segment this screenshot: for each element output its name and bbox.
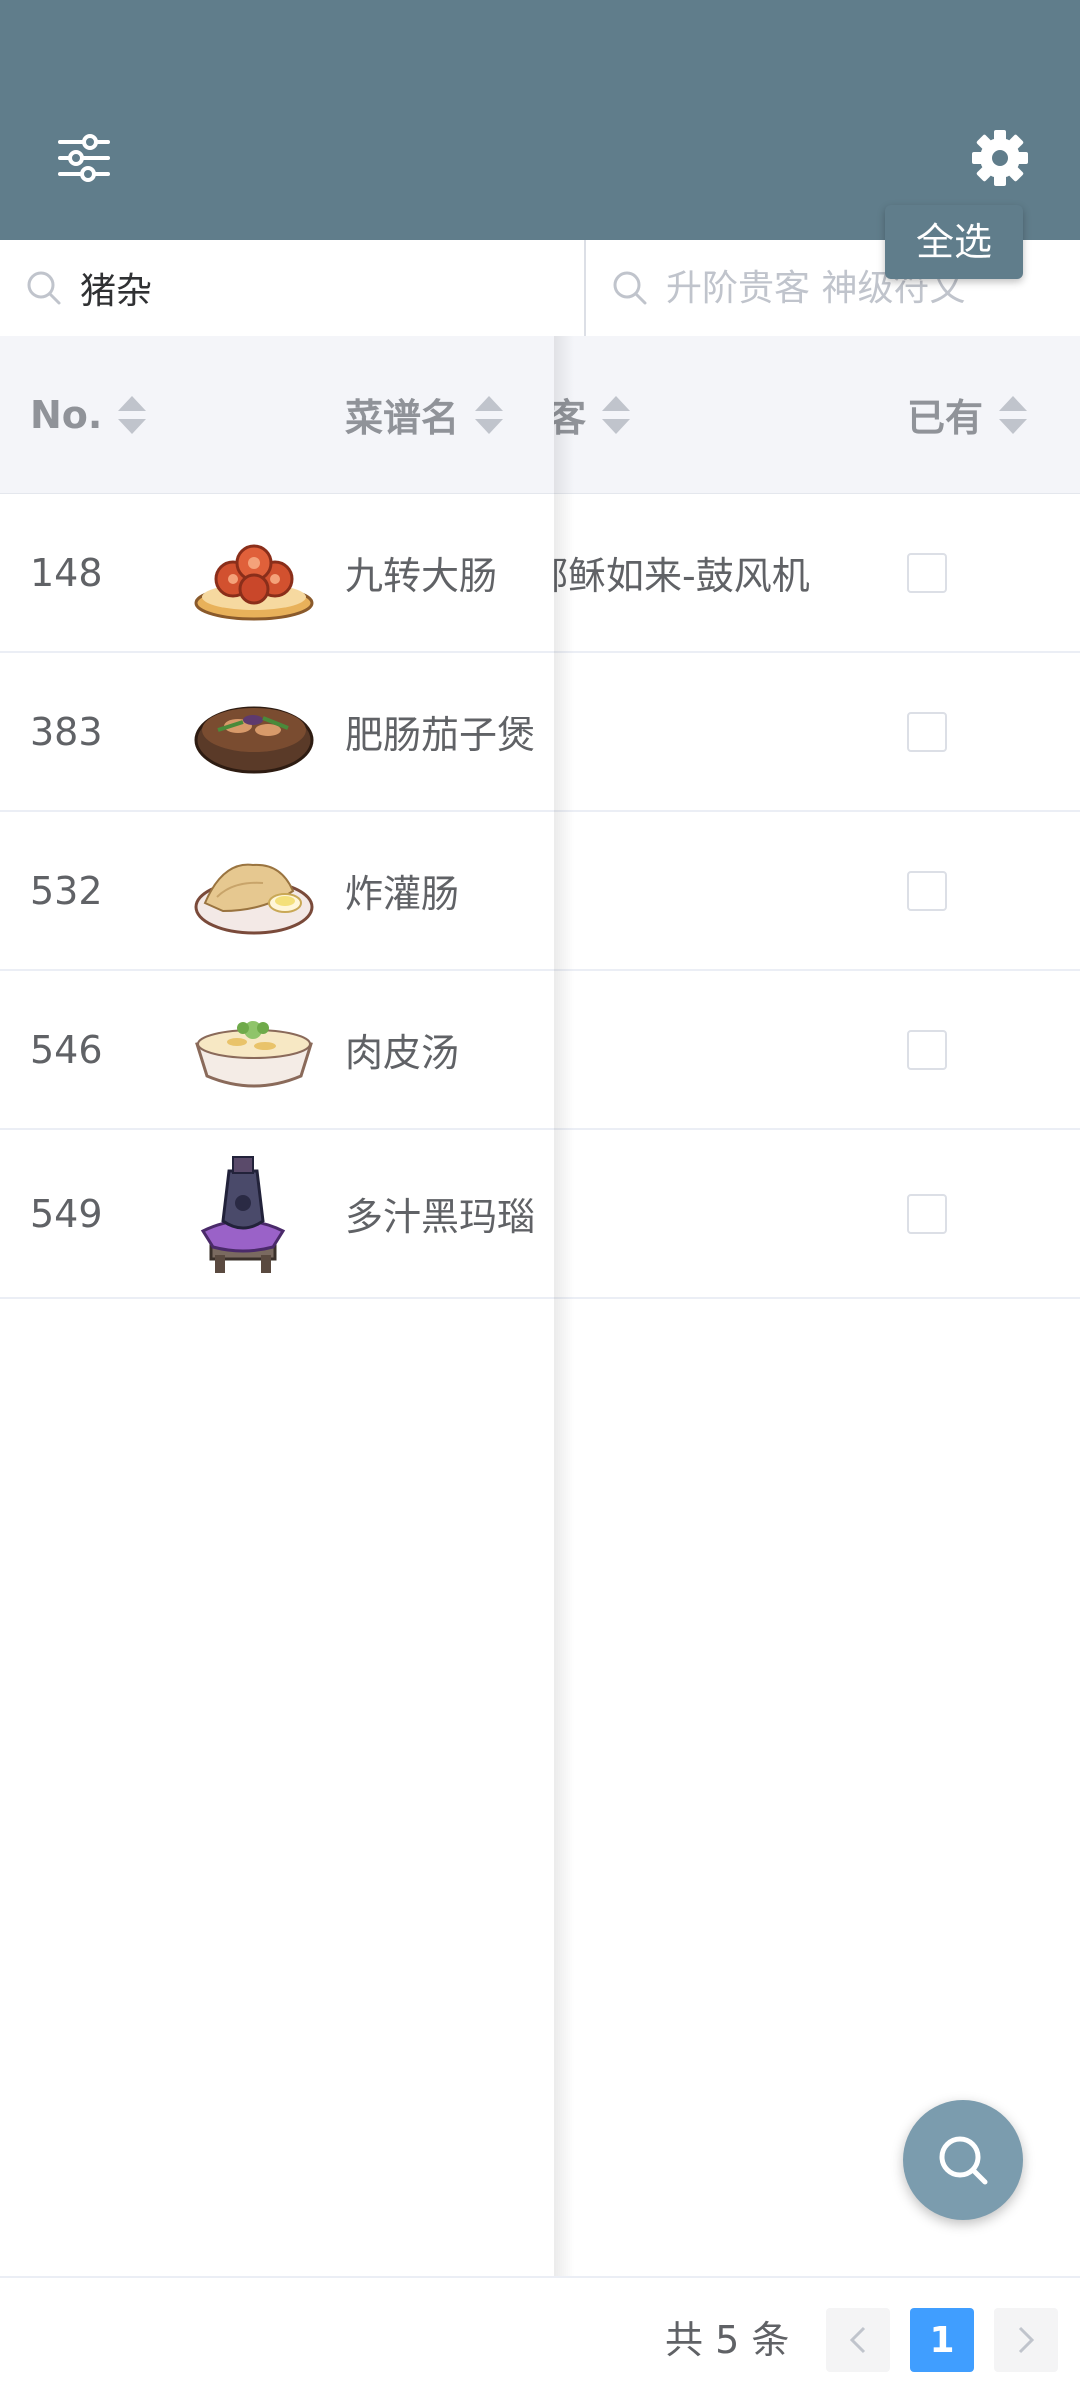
column-header-name-label: 菜谱名 bbox=[345, 396, 460, 440]
recipe-search-input[interactable] bbox=[80, 267, 560, 309]
pagination-bar: 共 5 条 1 bbox=[0, 2276, 1080, 2402]
owned-cell bbox=[907, 971, 947, 1128]
next-page-button[interactable] bbox=[994, 2308, 1058, 2372]
table-row[interactable]: 546 肉皮汤 bbox=[0, 971, 554, 1130]
page-number-button[interactable]: 1 bbox=[910, 2308, 974, 2372]
owned-checkbox[interactable] bbox=[907, 870, 947, 911]
search-icon bbox=[613, 271, 647, 305]
recipe-name: 多汁黑玛瑙 bbox=[345, 1195, 536, 1239]
recipe-number: 532 bbox=[30, 868, 103, 913]
guest-cell: 邴稣如来-鼓风机 bbox=[530, 554, 810, 598]
recipe-name: 肥肠茄子煲 bbox=[345, 713, 536, 757]
sort-icon[interactable] bbox=[118, 395, 147, 434]
braised-intestine-dish-icon bbox=[193, 494, 315, 651]
owned-cell bbox=[907, 653, 947, 810]
prev-page-button[interactable] bbox=[826, 2308, 890, 2372]
recipe-number: 383 bbox=[30, 709, 103, 754]
recipe-name: 炸灌肠 bbox=[345, 872, 460, 916]
column-header-name[interactable]: 菜谱名 bbox=[345, 336, 504, 493]
recipe-number: 546 bbox=[30, 1027, 103, 1072]
table-row[interactable]: 532 炸灌肠 bbox=[0, 812, 554, 971]
sort-icon[interactable] bbox=[602, 395, 631, 434]
sliders-icon[interactable] bbox=[56, 130, 112, 186]
table-row[interactable]: 549 多汁黑玛瑙 bbox=[0, 1130, 554, 1299]
column-header-owned-label: 已有 bbox=[907, 396, 984, 440]
chevron-left-icon bbox=[849, 2326, 866, 2354]
search-fab-button[interactable] bbox=[903, 2100, 1023, 2220]
intestine-eggplant-pot-icon bbox=[193, 653, 315, 810]
recipe-number: 549 bbox=[30, 1191, 103, 1236]
app-header bbox=[0, 0, 1080, 240]
column-header-no-label: No. bbox=[30, 392, 103, 437]
table-row[interactable]: 383 肥肠茄子煲 bbox=[0, 653, 554, 812]
search-icon bbox=[27, 271, 61, 305]
recipe-search-box bbox=[0, 240, 586, 336]
sort-icon[interactable] bbox=[475, 395, 504, 434]
table-row[interactable]: 148 九转大肠 bbox=[0, 494, 554, 653]
owned-checkbox[interactable] bbox=[907, 552, 947, 593]
recipe-number: 148 bbox=[30, 550, 103, 595]
fixed-columns: No. 菜谱名 148 九转大肠 383 肥肠茄子煲 532 炸灌肠 546 肉… bbox=[0, 336, 554, 2276]
owned-cell bbox=[907, 494, 947, 651]
gear-icon[interactable] bbox=[970, 128, 1030, 188]
fried-sausage-dish-icon bbox=[193, 812, 315, 969]
column-header-owned[interactable]: 已有 bbox=[907, 336, 1028, 493]
total-count: 共 5 条 bbox=[665, 2318, 790, 2362]
select-all-button[interactable]: 全选 bbox=[885, 205, 1023, 279]
guest-cell bbox=[530, 812, 890, 969]
guest-cell bbox=[530, 1130, 890, 1297]
guest-cell bbox=[530, 971, 890, 1128]
juicy-black-agate-icon bbox=[193, 1130, 293, 1297]
fixed-table-header: No. 菜谱名 bbox=[0, 336, 554, 494]
owned-checkbox[interactable] bbox=[907, 1029, 947, 1070]
guest-cell bbox=[530, 653, 890, 810]
owned-checkbox[interactable] bbox=[907, 711, 947, 752]
chevron-right-icon bbox=[1018, 2326, 1035, 2354]
search-icon bbox=[939, 2136, 988, 2185]
fixed-column-shadow bbox=[554, 336, 574, 2276]
owned-cell bbox=[907, 812, 947, 969]
column-header-no[interactable]: No. bbox=[30, 336, 147, 493]
sort-icon[interactable] bbox=[999, 395, 1028, 434]
pork-skin-soup-icon bbox=[193, 971, 315, 1128]
recipe-name: 九转大肠 bbox=[345, 554, 498, 598]
owned-cell bbox=[907, 1130, 947, 1297]
owned-checkbox[interactable] bbox=[907, 1193, 947, 1234]
recipe-name: 肉皮汤 bbox=[345, 1031, 460, 1075]
